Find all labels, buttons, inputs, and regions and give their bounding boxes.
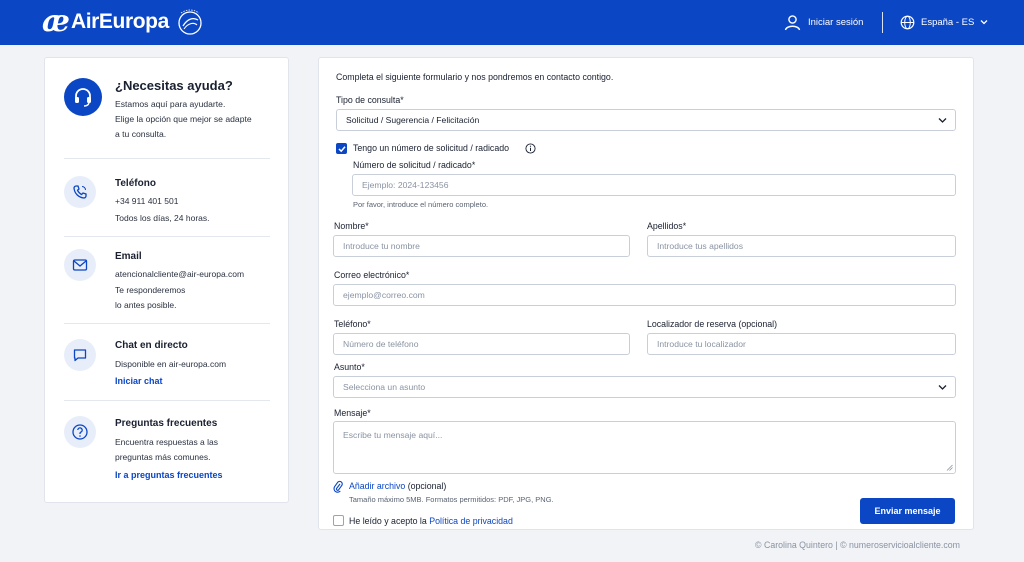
- attach-hint: Tamaño máximo 5MB. Formatos permitidos: …: [349, 495, 554, 504]
- attach-row: Añadir archivo (opcional): [349, 481, 446, 491]
- asunto-label: Asunto*: [334, 362, 365, 372]
- faq-line-1: Encuentra respuestas a las: [115, 437, 219, 447]
- form-intro: Completa el siguiente formulario y nos p…: [336, 72, 614, 82]
- contact-form: Completa el siguiente formulario y nos p…: [318, 57, 974, 530]
- footer-credit: © Carolina Quintero | © numeroservicioal…: [755, 540, 960, 550]
- paperclip-icon[interactable]: [333, 480, 343, 493]
- email-title: Email: [115, 251, 142, 262]
- tipo-label: Tipo de consulta*: [336, 95, 404, 105]
- start-chat-link[interactable]: Iniciar chat: [115, 376, 163, 386]
- nombre-placeholder: Introduce tu nombre: [343, 241, 420, 251]
- sidebar-divider: [64, 236, 270, 237]
- logo-mark: æ: [42, 4, 70, 39]
- email-placeholder: ejemplo@correo.com: [343, 290, 425, 300]
- help-line-3: a tu consulta.: [115, 129, 167, 139]
- mensaje-label: Mensaje*: [334, 408, 371, 418]
- tipo-select[interactable]: Solicitud / Sugerencia / Felicitación: [336, 109, 956, 131]
- submit-button[interactable]: Enviar mensaje: [860, 498, 955, 524]
- sidebar-divider: [64, 323, 270, 324]
- check-icon: [337, 145, 346, 152]
- email-input[interactable]: ejemplo@correo.com: [333, 284, 956, 306]
- top-header: æ AirEuropa Iniciar sesión España - ES: [0, 0, 1024, 45]
- help-description: Estamos aquí para ayudarte. Elige la opc…: [115, 97, 275, 142]
- headset-icon: [64, 78, 102, 116]
- globe-icon: [900, 15, 915, 29]
- attach-optional: (opcional): [407, 481, 447, 491]
- nombre-label: Nombre*: [334, 221, 369, 231]
- header-divider: [882, 12, 883, 33]
- login-label: Iniciar sesión: [808, 16, 864, 28]
- language-selector[interactable]: España - ES: [900, 13, 988, 31]
- help-line-2: Elige la opción que mejor se adapte: [115, 114, 252, 124]
- mensaje-textarea[interactable]: Escribe tu mensaje aquí...: [333, 421, 956, 474]
- apellidos-label: Apellidos*: [647, 221, 687, 231]
- language-label: España - ES: [921, 16, 975, 28]
- airEuropa-logo[interactable]: æ AirEuropa: [42, 4, 205, 39]
- localizador-placeholder: Introduce tu localizador: [657, 339, 746, 349]
- apellidos-placeholder: Introduce tus apellidos: [657, 241, 743, 251]
- has-number-label: Tengo un número de solicitud / radicado: [353, 143, 509, 153]
- asunto-select[interactable]: Selecciona un asunto: [333, 376, 956, 398]
- phone-hours: Todos los días, 24 horas.: [115, 213, 210, 223]
- email-label: Correo electrónico*: [334, 270, 410, 280]
- mensaje-placeholder: Escribe tu mensaje aquí...: [343, 430, 443, 440]
- telefono-placeholder: Número de teléfono: [343, 339, 419, 349]
- email-line-1: Te responderemos: [115, 285, 186, 295]
- phone-number[interactable]: +34 911 401 501: [115, 196, 178, 206]
- telefono-input[interactable]: Número de teléfono: [333, 333, 630, 355]
- faq-link[interactable]: Ir a preguntas frecuentes: [115, 470, 223, 480]
- chevron-down-icon: [980, 20, 988, 25]
- privacy-policy-link[interactable]: Política de privacidad: [429, 516, 513, 526]
- email-line-2: lo antes posible.: [115, 300, 177, 310]
- privacy-prefix: He leído y acepto la: [349, 516, 427, 526]
- chat-icon: [64, 339, 96, 371]
- localizador-input[interactable]: Introduce tu localizador: [647, 333, 956, 355]
- login-button[interactable]: Iniciar sesión: [784, 12, 863, 32]
- chat-title: Chat en directo: [115, 340, 188, 351]
- resize-handle-icon[interactable]: [946, 464, 953, 471]
- attach-file-link[interactable]: Añadir archivo: [349, 481, 405, 491]
- nombre-input[interactable]: Introduce tu nombre: [333, 235, 630, 257]
- localizador-label: Localizador de reserva (opcional): [647, 319, 778, 329]
- help-title: ¿Necesitas ayuda?: [115, 78, 233, 93]
- has-number-checkbox[interactable]: [336, 143, 347, 154]
- user-icon: [784, 14, 801, 30]
- sidebar-divider: [64, 400, 270, 401]
- tipo-value: Solicitud / Sugerencia / Felicitación: [346, 115, 480, 125]
- info-icon[interactable]: [525, 143, 536, 154]
- help-sidebar: ¿Necesitas ayuda? Estamos aquí para ayud…: [44, 57, 289, 503]
- email-address[interactable]: atencionalcliente@air-europa.com: [115, 269, 244, 279]
- number-placeholder: Ejemplo: 2024-123456: [362, 180, 449, 190]
- chevron-down-icon: [938, 385, 947, 390]
- logo-text: AirEuropa: [70, 10, 169, 33]
- privacy-checkbox[interactable]: [333, 515, 344, 526]
- phone-title: Teléfono: [115, 178, 156, 189]
- skyteam-seal-icon: [178, 9, 202, 35]
- privacy-row: He leído y acepto la Política de privaci…: [349, 516, 513, 526]
- telefono-label: Teléfono*: [334, 319, 371, 329]
- number-hint: Por favor, introduce el número completo.: [353, 200, 489, 209]
- mail-icon: [64, 249, 96, 281]
- faq-title: Preguntas frecuentes: [115, 418, 218, 429]
- chat-availability: Disponible en air-europa.com: [115, 359, 227, 369]
- question-icon: [64, 416, 96, 448]
- help-line-1: Estamos aquí para ayudarte.: [115, 99, 226, 109]
- chevron-down-icon: [938, 118, 947, 123]
- phone-icon: [64, 176, 96, 208]
- asunto-placeholder: Selecciona un asunto: [343, 382, 426, 392]
- number-label: Número de solicitud / radicado*: [353, 160, 476, 170]
- number-input[interactable]: Ejemplo: 2024-123456: [352, 174, 956, 196]
- apellidos-input[interactable]: Introduce tus apellidos: [647, 235, 956, 257]
- faq-line-2: preguntas más comunes.: [115, 452, 211, 462]
- sidebar-divider: [64, 158, 270, 159]
